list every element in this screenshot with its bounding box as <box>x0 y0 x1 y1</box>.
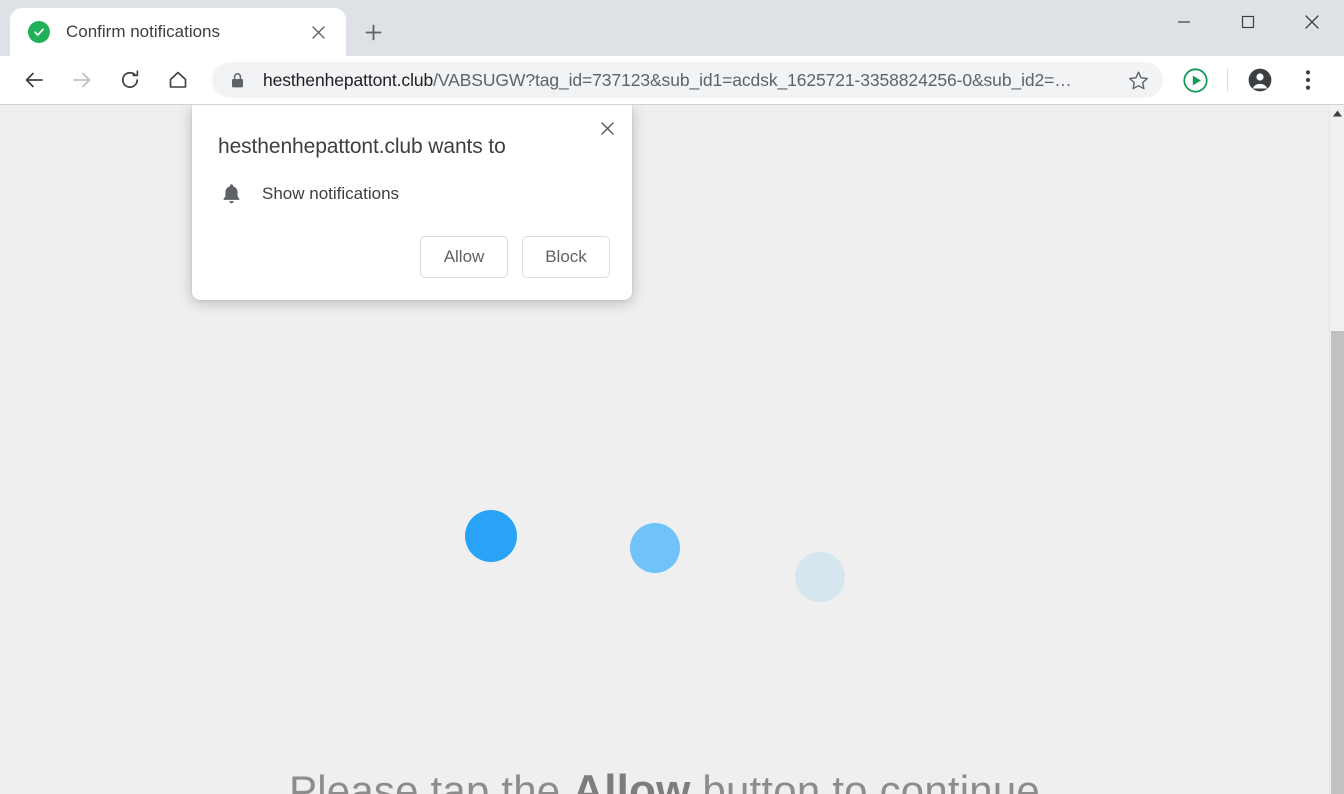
bookmark-star-icon[interactable] <box>1121 63 1155 97</box>
tab-title: Confirm notifications <box>66 22 221 41</box>
notification-permission-dialog: hesthenhepattont.club wants to Show noti… <box>192 105 632 300</box>
loading-dot-2 <box>629 523 680 573</box>
browser-tab[interactable]: Confirm notifications <box>10 8 346 56</box>
lock-icon[interactable] <box>230 72 245 89</box>
back-arrow-icon <box>25 72 43 88</box>
home-icon <box>169 71 187 88</box>
url-path: /VABSUGW?tag_id=737123&sub_id1=acdsk_162… <box>433 69 1072 90</box>
dialog-actions: Allow Block <box>218 236 610 278</box>
browser-window: Confirm notifications hesthenhepattont.c… <box>0 0 1344 794</box>
page-viewport: Please tap the Allow button to continue … <box>0 104 1344 794</box>
url-domain: hesthenhepattont.club <box>263 69 434 90</box>
account-avatar-icon <box>1248 68 1272 92</box>
close-tab-icon[interactable] <box>304 18 332 46</box>
scroll-up-arrow-icon[interactable] <box>1330 105 1344 122</box>
toolbar-separator <box>1227 69 1228 91</box>
green-play-circle-icon <box>1182 67 1208 93</box>
back-button[interactable] <box>14 60 54 100</box>
dialog-close-icon[interactable] <box>592 113 622 143</box>
permission-label: Show notifications <box>262 183 400 203</box>
tab-strip: Confirm notifications <box>0 0 1344 56</box>
allow-button[interactable]: Allow <box>420 236 508 278</box>
loading-dot-1 <box>464 510 517 562</box>
minimize-icon <box>1178 21 1190 23</box>
maximize-button[interactable] <box>1216 0 1280 44</box>
home-button[interactable] <box>158 60 198 100</box>
address-bar[interactable]: hesthenhepattont.club/VABSUGW?tag_id=737… <box>212 62 1163 98</box>
three-dot-menu-icon <box>1305 70 1311 90</box>
close-icon <box>1305 15 1319 29</box>
bell-icon <box>218 183 244 204</box>
new-tab-button[interactable] <box>352 11 394 53</box>
tagline-emphasis: Allow <box>572 766 691 794</box>
page-tagline: Please tap the Allow button to continue <box>289 766 1040 794</box>
close-window-button[interactable] <box>1280 0 1344 44</box>
minimize-button[interactable] <box>1152 0 1216 44</box>
loading-dots <box>464 500 865 610</box>
reload-button[interactable] <box>110 60 150 100</box>
chrome-menu-button[interactable] <box>1288 60 1328 100</box>
scrollbar-thumb[interactable] <box>1331 331 1344 794</box>
tagline-suffix: button to continue <box>690 767 1040 794</box>
maximize-icon <box>1241 15 1255 29</box>
page-scrollbar[interactable] <box>1329 105 1344 794</box>
window-controls <box>1152 0 1344 44</box>
tagline-prefix: Please tap the <box>289 767 573 794</box>
green-check-circle-icon <box>28 21 50 43</box>
permission-row: Show notifications <box>218 183 610 204</box>
forward-arrow-icon <box>73 72 91 88</box>
browser-toolbar: hesthenhepattont.club/VABSUGW?tag_id=737… <box>0 56 1344 104</box>
loading-dot-3 <box>794 552 845 602</box>
forward-button <box>62 60 102 100</box>
block-button[interactable]: Block <box>522 236 610 278</box>
reload-icon <box>122 70 139 88</box>
profile-button[interactable] <box>1240 60 1280 100</box>
plus-icon <box>365 24 381 40</box>
dialog-title: hesthenhepattont.club wants to <box>218 135 506 158</box>
extension-button[interactable] <box>1175 60 1215 100</box>
address-bar-url[interactable]: hesthenhepattont.club/VABSUGW?tag_id=737… <box>263 70 1121 91</box>
